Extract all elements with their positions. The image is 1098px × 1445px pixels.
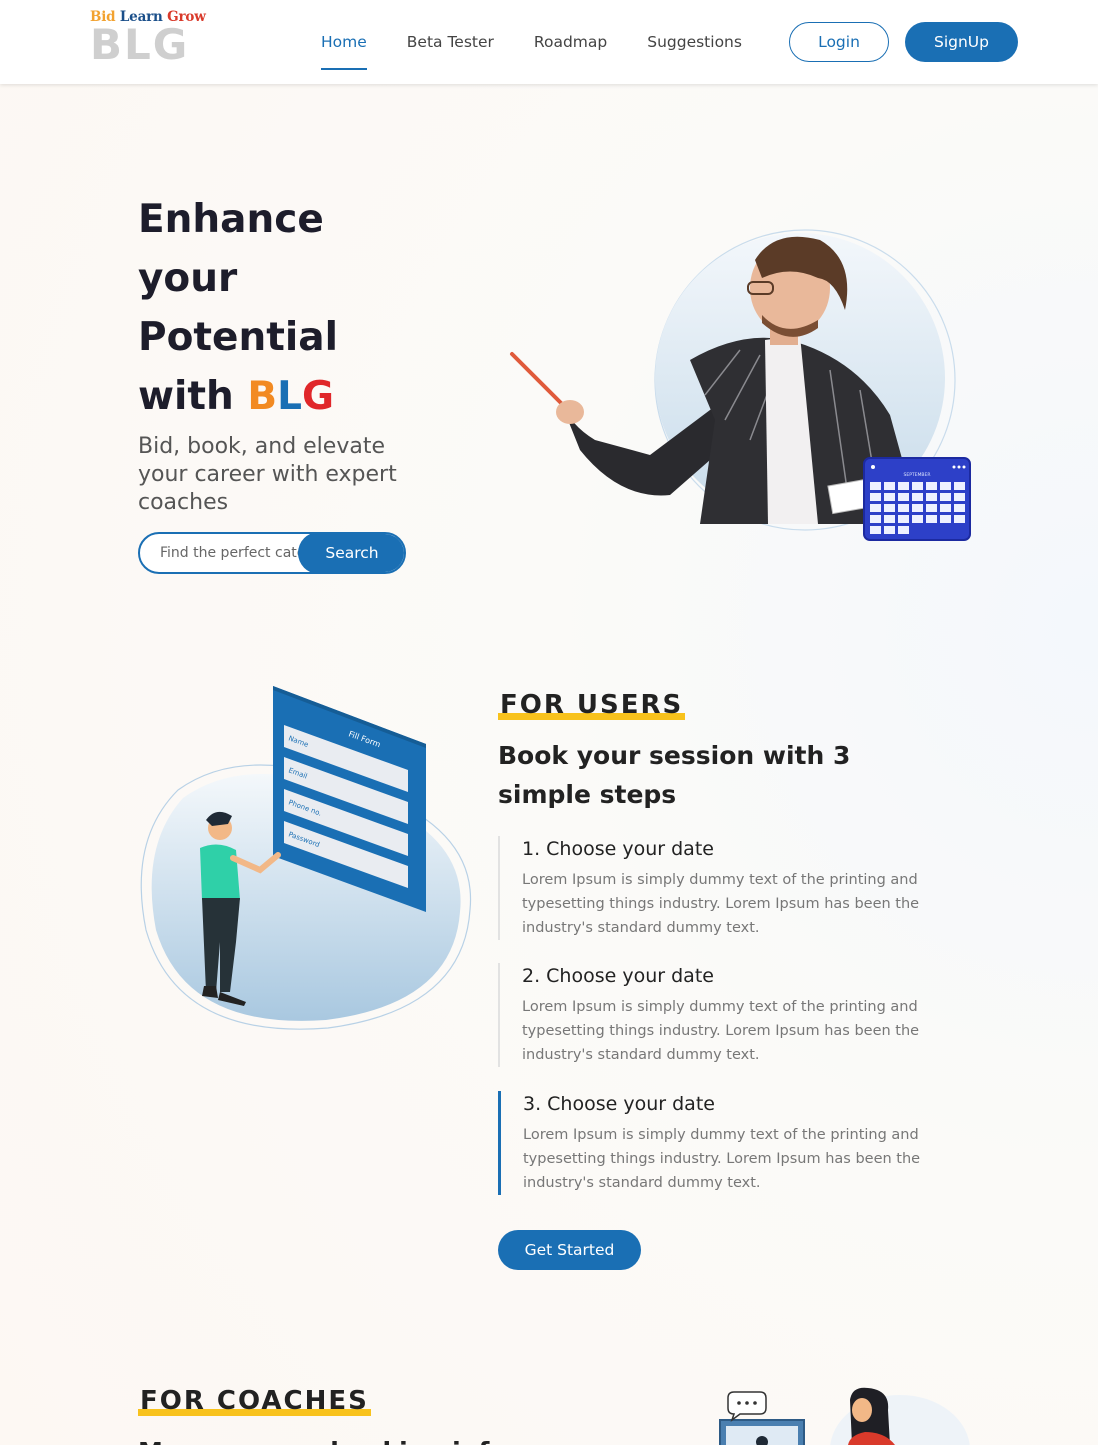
step-description: Lorem Ipsum is simply dummy text of the … bbox=[522, 999, 920, 1063]
users-section-heading: Book your session with 3 simple steps bbox=[498, 741, 851, 809]
main-nav: Home Beta Tester Roadmap Suggestions bbox=[321, 0, 782, 84]
site-header: Bid Learn Grow BLG Home Beta Tester Road… bbox=[0, 0, 1098, 84]
step-item-active[interactable]: 3. Choose your date Lorem Ipsum is simpl… bbox=[498, 1091, 938, 1195]
step-item[interactable]: 1. Choose your date Lorem Ipsum is simpl… bbox=[498, 836, 938, 940]
search-bar: Search bbox=[138, 532, 406, 574]
nav-item-suggestions[interactable]: Suggestions bbox=[647, 0, 742, 84]
nav-item-home[interactable]: Home bbox=[321, 0, 367, 84]
brand-mark: BLG bbox=[90, 20, 190, 69]
brand-logo[interactable]: Bid Learn Grow BLG bbox=[90, 9, 206, 73]
nav-item-roadmap[interactable]: Roadmap bbox=[534, 0, 607, 84]
fill-form-illustration: Fill Form Name Email Phone no. Password bbox=[140, 686, 472, 1030]
hero-subtitle: Bid, book, and elevate your career with … bbox=[138, 434, 397, 515]
hero-title-line: Potential bbox=[138, 315, 338, 360]
step-description: Lorem Ipsum is simply dummy text of the … bbox=[523, 1127, 921, 1191]
signup-button[interactable]: SignUp bbox=[905, 22, 1018, 62]
login-button[interactable]: Login bbox=[789, 22, 889, 62]
users-section-kicker: FOR USERS bbox=[498, 690, 686, 720]
step-title: 1. Choose your date bbox=[522, 838, 714, 860]
step-title: 3. Choose your date bbox=[523, 1093, 715, 1115]
hero-title-line: Enhance bbox=[138, 197, 324, 242]
coaches-section-kicker: FOR COACHES bbox=[138, 1386, 371, 1416]
step-title: 2. Choose your date bbox=[522, 965, 714, 987]
hero-title: Enhance your Potential with BLG bbox=[138, 190, 438, 426]
nav-item-beta-tester[interactable]: Beta Tester bbox=[407, 0, 494, 84]
step-item[interactable]: 2. Choose your date Lorem Ipsum is simpl… bbox=[498, 963, 938, 1067]
hero-brand-letter: G bbox=[301, 374, 334, 419]
step-description: Lorem Ipsum is simply dummy text of the … bbox=[522, 872, 920, 936]
hero-title-line: your bbox=[138, 256, 238, 301]
coach-chat-illustration bbox=[719, 1387, 970, 1445]
calendar-month: SEPTEMBER bbox=[904, 472, 931, 478]
hero-brand-letter: L bbox=[277, 374, 302, 419]
get-started-button[interactable]: Get Started bbox=[498, 1230, 641, 1270]
hero-brand-letter: B bbox=[247, 374, 278, 419]
calendar-widget: SEPTEMBER bbox=[863, 457, 971, 541]
coaches-section-heading: Manage your booking info bbox=[138, 1432, 558, 1445]
search-input[interactable] bbox=[140, 534, 310, 572]
search-button[interactable]: Search bbox=[298, 534, 404, 572]
coach-pointing-illustration: SEPTEMBER bbox=[510, 229, 971, 541]
hero-title-line: with bbox=[138, 374, 234, 419]
